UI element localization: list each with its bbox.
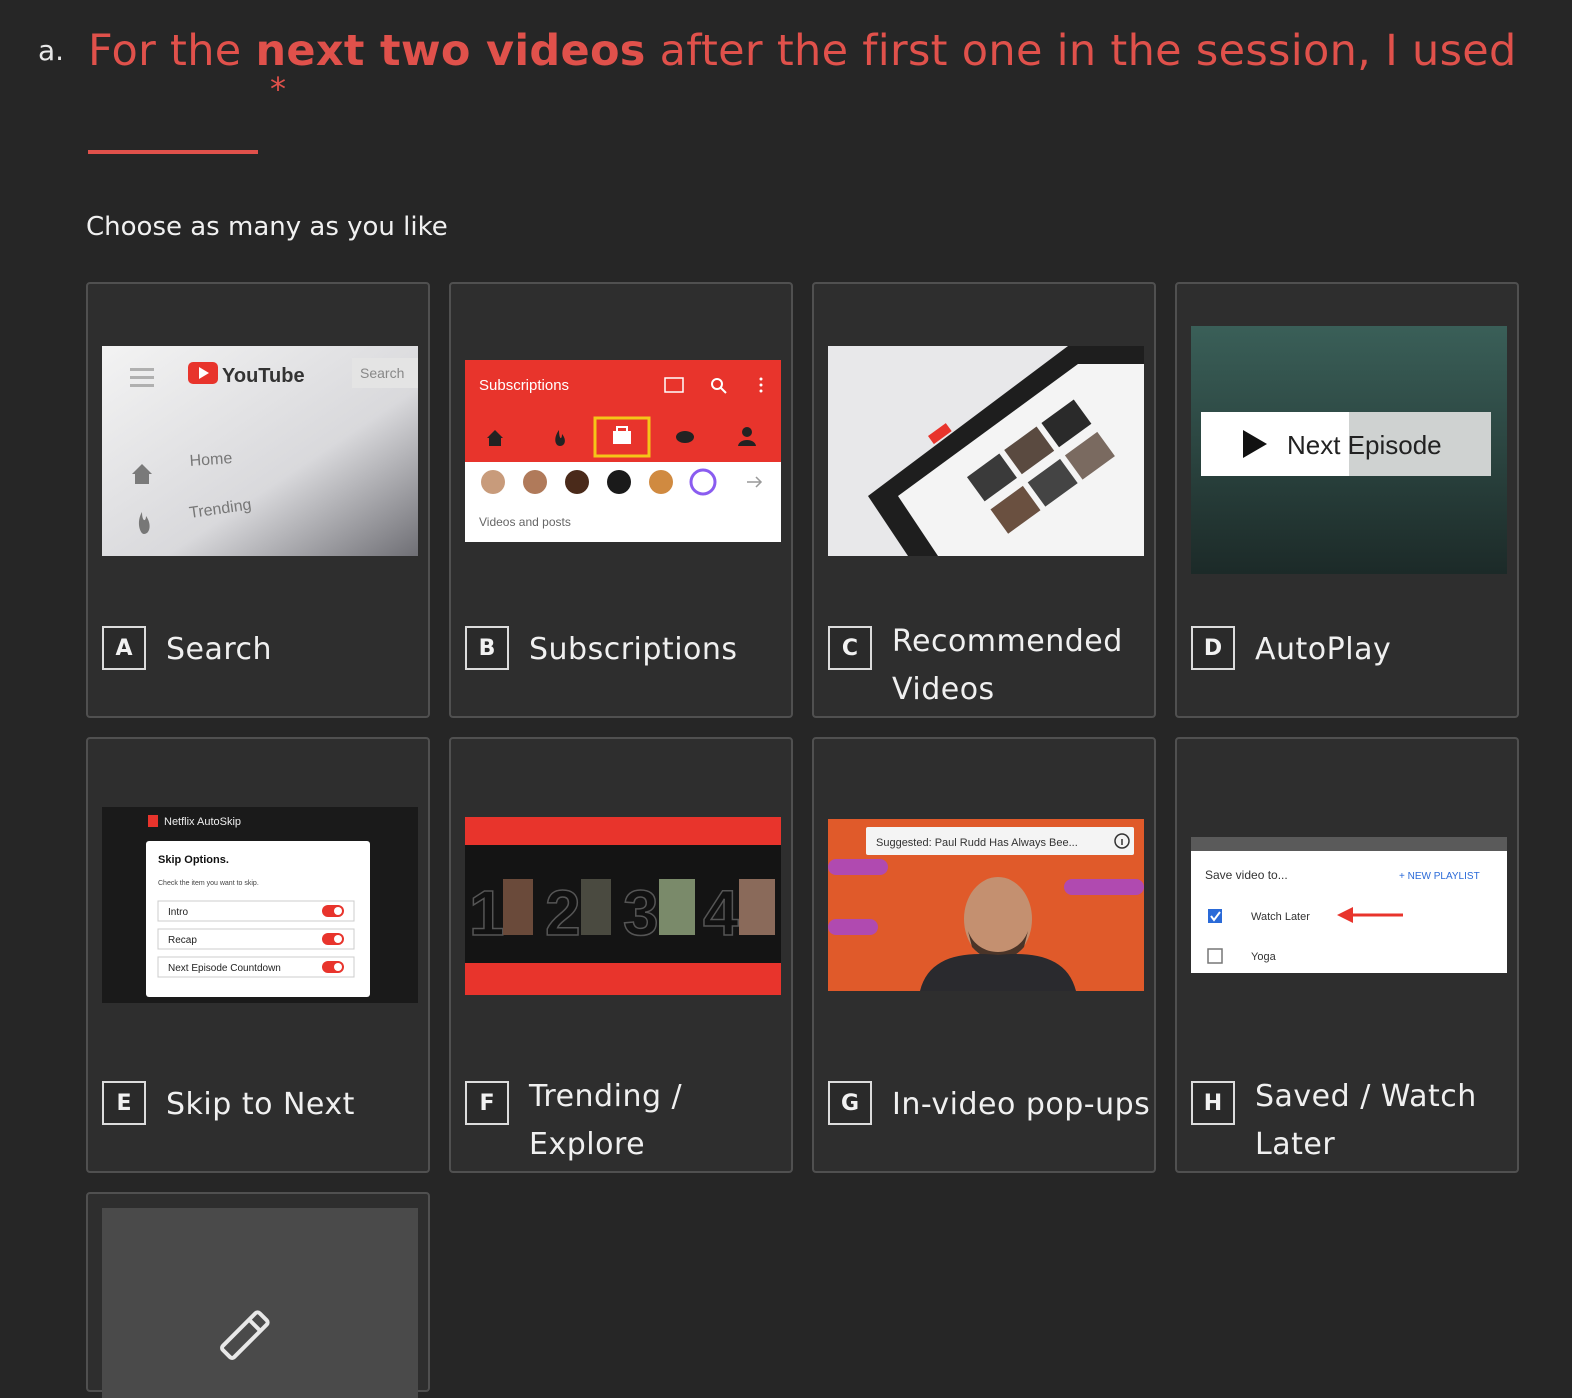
skip-countdown-text: Next Episode Countdown [168, 963, 281, 974]
autoskip-app-text: Netflix AutoSkip [164, 816, 241, 828]
option-key-b: B [465, 626, 509, 670]
youtube-brand-text: YouTube [222, 365, 305, 387]
skip-options-title: Skip Options. [158, 854, 229, 866]
next-episode-text: Next Episode [1287, 430, 1442, 460]
skip-thumbnail: Netflix AutoSkip Skip Options. Check the… [102, 807, 418, 1003]
new-playlist-text: + NEW PLAYLIST [1399, 871, 1480, 882]
option-label-g: In-video pop-ups [892, 1087, 1151, 1122]
watch-later-text: Watch Later [1251, 911, 1310, 923]
autoplay-thumbnail: Next Episode [1191, 326, 1507, 574]
subscriptions-thumbnail: Subscriptions Videos and posts [465, 360, 781, 542]
trending-thumbnail: 1 2 3 4 [465, 817, 781, 995]
option-label-c: Recommended Videos [892, 624, 1123, 707]
skip-intro-text: Intro [168, 907, 188, 918]
option-key-f: F [465, 1081, 509, 1125]
required-mark: * [270, 70, 287, 108]
option-label-a: Search [166, 632, 273, 667]
popups-thumbnail: Suggested: Paul Rudd Has Always Bee... [828, 819, 1144, 991]
skip-recap-text: Recap [168, 935, 197, 946]
option-card-saved[interactable]: Save video to... + NEW PLAYLIST Watch La… [1175, 737, 1519, 1173]
yoga-text: Yoga [1251, 951, 1277, 963]
question-title: For the next two videos after the first … [88, 22, 1528, 169]
option-label-b: Subscriptions [529, 632, 738, 667]
option-label-d: AutoPlay [1255, 632, 1392, 667]
option-card-skip[interactable]: Netflix AutoSkip Skip Options. Check the… [86, 737, 430, 1173]
option-card-other[interactable] [86, 1192, 430, 1398]
trending-num-2: 2 [545, 877, 581, 949]
trending-num-3: 3 [623, 877, 659, 949]
option-key-c: C [828, 626, 872, 670]
skip-options-sub: Check the item you want to skip. [158, 880, 259, 887]
trending-num-4: 4 [703, 877, 739, 949]
question-number: a. [38, 34, 65, 67]
option-key-g: G [828, 1081, 872, 1125]
option-key-a: A [102, 626, 146, 670]
thumb-subscriptions-title: Subscriptions [479, 377, 569, 394]
search-thumbnail: YouTube Search Home Trending [102, 346, 418, 556]
option-card-recommended[interactable]: C Recommended Videos [812, 282, 1156, 718]
option-card-popups[interactable]: Suggested: Paul Rudd Has Always Bee... G… [812, 737, 1156, 1173]
instruction-hint: Choose as many as you like [86, 212, 448, 242]
question-text-start: For the [88, 26, 256, 76]
option-label-h: Saved / Watch Later [1255, 1079, 1477, 1162]
blank-line [88, 120, 258, 154]
thumb-home-text: Home [189, 450, 233, 470]
option-key-e: E [102, 1081, 146, 1125]
recommended-thumbnail [828, 346, 1144, 556]
option-label-e: Skip to Next [166, 1087, 355, 1122]
question-text-bold: next two videos [255, 26, 646, 76]
popup-suggestion-text: Suggested: Paul Rudd Has Always Bee... [876, 837, 1078, 849]
saved-thumbnail: Save video to... + NEW PLAYLIST Watch La… [1191, 837, 1507, 973]
option-card-autoplay[interactable]: Next Episode D AutoPlay [1175, 282, 1519, 718]
option-key-d: D [1191, 626, 1235, 670]
option-card-search[interactable]: YouTube Search Home Trending A Search [86, 282, 430, 718]
trending-num-1: 1 [469, 877, 505, 949]
option-key-h: H [1191, 1081, 1235, 1125]
other-thumbnail [102, 1208, 418, 1398]
pencil-icon [220, 1310, 270, 1360]
question-text-end: after the first one in the session, I us… [645, 26, 1517, 76]
thumb-search-text: Search [360, 365, 404, 381]
option-card-trending[interactable]: 1 2 3 4 F Trending / Explore [449, 737, 793, 1173]
save-video-title: Save video to... [1205, 868, 1288, 882]
option-card-subscriptions[interactable]: Subscriptions Videos and posts B Subscri… [449, 282, 793, 718]
thumb-filter-text: Videos and posts [479, 515, 571, 529]
option-label-f: Trending / Explore [529, 1079, 683, 1162]
